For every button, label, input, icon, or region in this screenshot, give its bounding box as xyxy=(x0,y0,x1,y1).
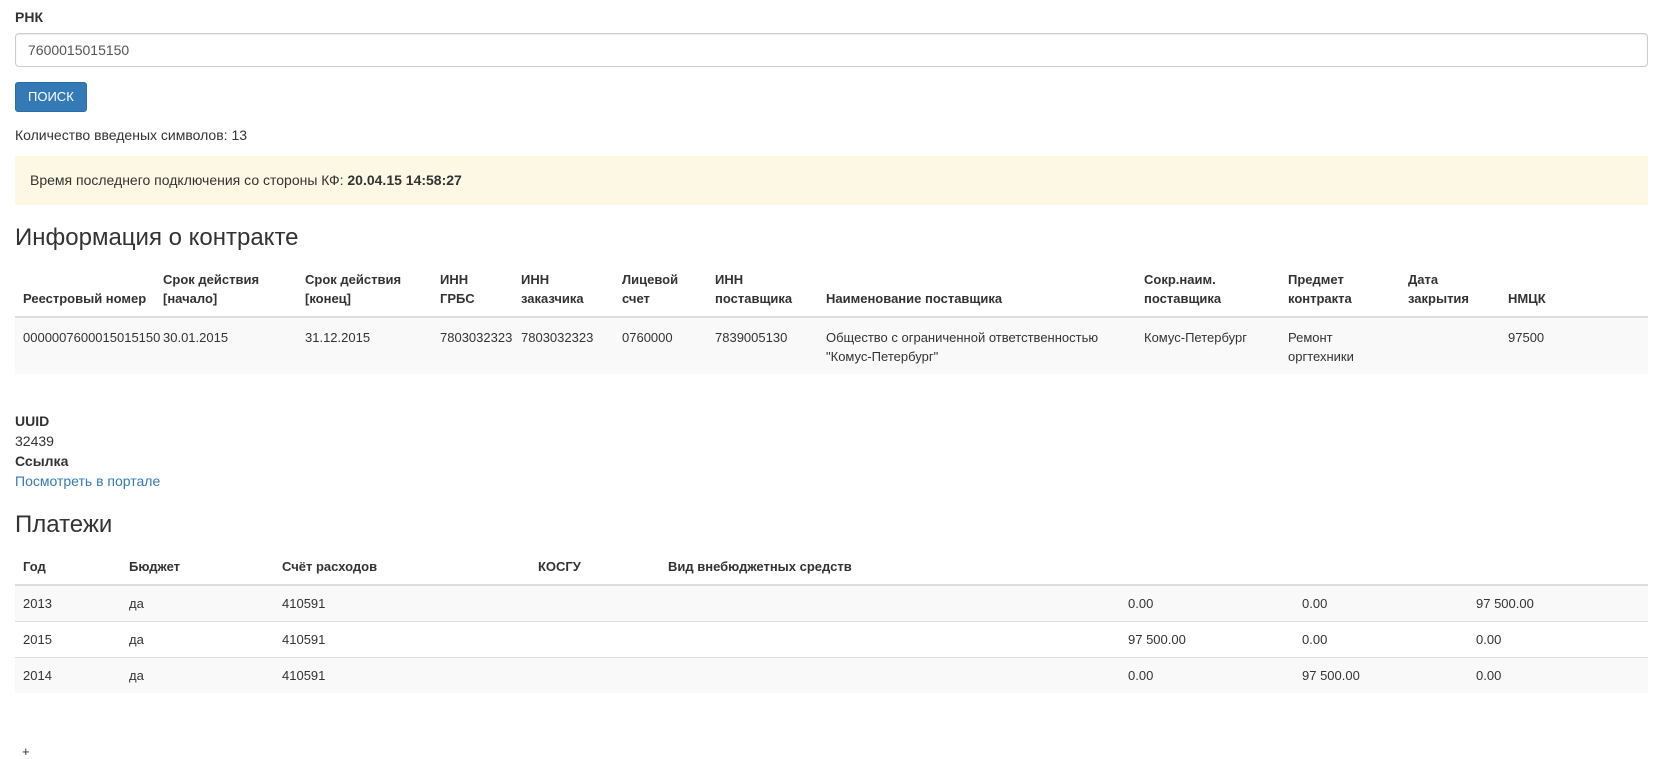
col-amount-2 xyxy=(1294,548,1468,585)
cell-expense-account: 410591 xyxy=(282,668,326,683)
portal-link[interactable]: Посмотреть в портале xyxy=(15,473,160,489)
payments-header-row: Год Бюджет Счёт расходов КОСГУ Вид внебю… xyxy=(15,548,1648,585)
col-year: Год xyxy=(23,559,46,574)
col-subject: Предмет контракта xyxy=(1288,272,1352,306)
table-row: 0000007600015015150 30.01.2015 31.12.201… xyxy=(15,317,1648,374)
cell-offbudget-type xyxy=(660,622,1120,658)
cell-amount-1: 0.00 xyxy=(1128,668,1154,683)
cell-offbudget-type xyxy=(660,658,1120,694)
col-end-date: Срок действия [конец] xyxy=(305,272,402,306)
cell-amount-3: 97 500.00 xyxy=(1476,596,1534,611)
cell-end-date: 31.12.2015 xyxy=(305,330,371,345)
cell-year: 2015 xyxy=(23,632,52,647)
table-row: 2013 да 410591 0.00 0.00 97 500.00 xyxy=(15,585,1648,622)
uuid-value: 32439 xyxy=(15,433,54,449)
col-amount-3 xyxy=(1468,548,1648,585)
cell-amount-3: 0.00 xyxy=(1476,668,1502,683)
col-supplier-short: Сокр.наим. поставщика xyxy=(1144,272,1222,306)
cell-year: 2014 xyxy=(23,668,52,683)
cell-kosgu xyxy=(530,622,660,658)
char-counter: Количество введеных символов: 13 xyxy=(15,127,248,143)
cell-amount-1: 0.00 xyxy=(1128,596,1154,611)
col-inn-customer: ИНН заказчика xyxy=(521,272,584,306)
cell-expense-account: 410591 xyxy=(282,632,326,647)
cell-account: 0760000 xyxy=(622,330,673,345)
cell-supplier-short: Комус-Петербург xyxy=(1144,330,1247,345)
cell-inn-grbs: 7803032323 xyxy=(440,330,513,345)
payments-table: Год Бюджет Счёт расходов КОСГУ Вид внебю… xyxy=(15,548,1648,693)
cell-nmck: 97500 xyxy=(1508,330,1545,345)
col-reg-number: Реестровый номер xyxy=(23,291,147,306)
col-supplier-name: Наименование поставщика xyxy=(826,291,1003,306)
col-nmck: НМЦК xyxy=(1508,291,1546,306)
search-button[interactable]: ПОИСК xyxy=(15,82,87,112)
cell-expense-account: 410591 xyxy=(282,596,326,611)
cell-reg-number: 0000007600015015150 xyxy=(23,330,161,345)
col-amount-1 xyxy=(1120,548,1294,585)
cell-amount-2: 97 500.00 xyxy=(1302,668,1360,683)
col-start-date: Срок действия [начало] xyxy=(163,272,260,306)
rnk-label: РНК xyxy=(15,9,43,25)
cell-supplier-name: Общество с ограниченной ответственностью… xyxy=(826,330,1099,364)
footer-glyph: + xyxy=(22,744,30,759)
col-kosgu: КОСГУ xyxy=(538,559,581,574)
alert-timestamp: 20.04.15 14:58:27 xyxy=(347,172,462,188)
cell-amount-2: 0.00 xyxy=(1302,596,1328,611)
cell-year: 2013 xyxy=(23,596,52,611)
col-budget: Бюджет xyxy=(129,559,180,574)
cell-amount-2: 0.00 xyxy=(1302,632,1328,647)
col-account: Лицевой счет xyxy=(622,272,679,306)
contract-table: Реестровый номер Срок действия [начало] … xyxy=(15,262,1648,374)
col-inn-supplier: ИНН поставщика xyxy=(715,272,793,306)
cell-close-date xyxy=(1400,317,1500,374)
col-inn-grbs: ИНН ГРБС xyxy=(440,272,475,306)
cell-inn-customer: 7803032323 xyxy=(521,330,594,345)
contract-header-row: Реестровый номер Срок действия [начало] … xyxy=(15,262,1648,317)
table-row: 2014 да 410591 0.00 97 500.00 0.00 xyxy=(15,657,1648,694)
contract-heading: Информация о контракте xyxy=(15,224,299,251)
cell-amount-3: 0.00 xyxy=(1476,632,1502,647)
cell-budget: да xyxy=(129,596,144,611)
rnk-input[interactable] xyxy=(15,33,1648,67)
col-expense-account: Счёт расходов xyxy=(282,559,378,574)
col-close-date: Дата закрытия xyxy=(1408,272,1470,306)
col-offbudget-type: Вид внебюджетных средств xyxy=(668,559,852,574)
cell-inn-supplier: 7839005130 xyxy=(715,330,788,345)
uuid-label: UUID xyxy=(15,413,50,429)
cell-budget: да xyxy=(129,632,144,647)
cell-start-date: 30.01.2015 xyxy=(163,330,229,345)
table-row: 2015 да 410591 97 500.00 0.00 0.00 xyxy=(15,621,1648,658)
cell-budget: да xyxy=(129,668,144,683)
last-connection-alert: Время последнего подключения со стороны … xyxy=(15,156,1648,205)
alert-text: Время последнего подключения со стороны … xyxy=(30,172,344,188)
cell-kosgu xyxy=(530,658,660,694)
cell-offbudget-type xyxy=(660,585,1120,622)
link-label: Ссылка xyxy=(15,453,69,469)
cell-kosgu xyxy=(530,585,660,622)
payments-heading: Платежи xyxy=(15,511,113,538)
cell-subject: Ремонт оргтехники xyxy=(1288,330,1354,364)
cell-amount-1: 97 500.00 xyxy=(1128,632,1186,647)
